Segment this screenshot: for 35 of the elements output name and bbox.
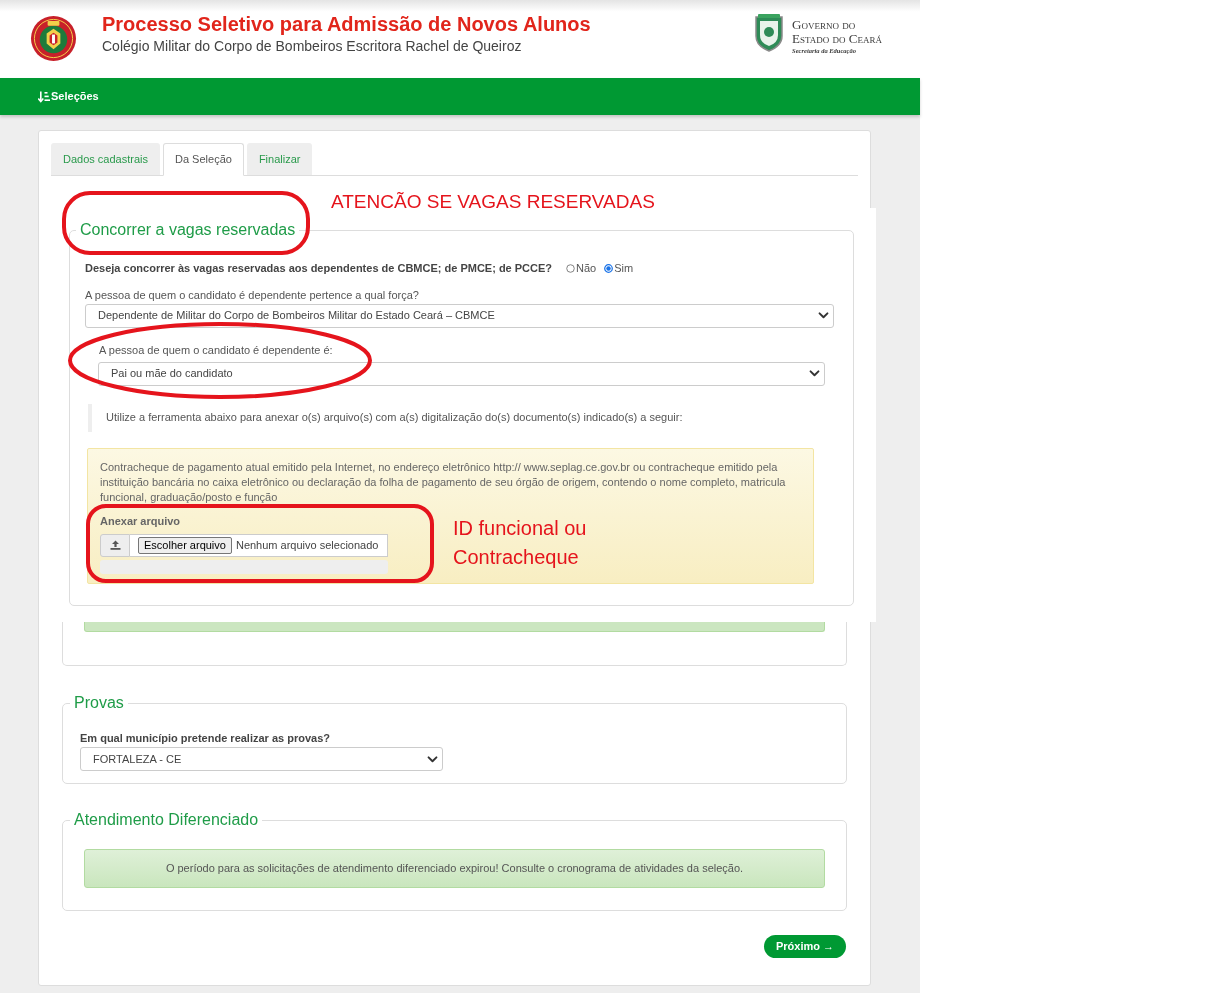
file-input[interactable]: Escolher arquivo Nenhum arquivo selecionado xyxy=(130,533,388,557)
chevron-down-icon xyxy=(809,370,820,377)
shield-icon xyxy=(754,14,785,52)
field-label: A pessoa de quem o candidato é dependente pertence a qual força? xyxy=(85,287,419,303)
chevron-down-icon xyxy=(818,312,829,319)
chevron-down-icon xyxy=(427,755,438,763)
next-button[interactable]: Próximo → xyxy=(763,935,846,958)
annotation-note: ID funcional ou Contracheque xyxy=(453,516,588,570)
info-alert: O período para as solicitações de atendimento diferenciado expirou! Consulte o cronograma de atividades da seleção. xyxy=(84,849,825,888)
field-label: Em qual município pretende realizar as provas? xyxy=(80,731,331,746)
nav-link[interactable]: Seleções xyxy=(38,88,99,105)
document-description: Contracheque de pagamento atual emitido pela Internet, no endereço eletrônico http:// www.seplag.ce.gov.br ou contracheque emitido pela instituição bancária no caixa eletrônico ou declaração da folha de pagamento de seu órgão de origem, contendo o nome completo, matricula funcional, graduação/posto e função xyxy=(100,459,787,505)
upload-icon xyxy=(100,533,130,557)
logo-text: Governo do xyxy=(792,18,856,32)
tab[interactable]: Da Seleção xyxy=(163,143,244,176)
sort-icon xyxy=(38,90,50,103)
site-subtitle: Colégio Militar do Corpo de Bombeiros Escritora Rachel de Queiroz xyxy=(102,37,522,55)
field-label: A pessoa de quem o candidato é dependente é: xyxy=(99,342,333,358)
field-label: Anexar arquivo xyxy=(100,513,181,529)
annotation-note: ATENCÃO SE VAGAS RESERVADAS xyxy=(331,190,655,214)
site-title: Processo Seletivo para Admissão de Novos Alunos xyxy=(102,12,591,37)
dropdown-select[interactable]: Dependente de Militar do Corpo de Bombeiros Militar do Estado Ceará – CBMCE xyxy=(85,303,834,328)
instruction-text: Utilize a ferramenta abaixo para anexar o(s) arquivo(s) com a(s) digitalização do(s) documento(s) indicado(s) a seguir: xyxy=(106,410,683,426)
radio-option[interactable]: Não xyxy=(566,260,597,277)
round-emblem-icon xyxy=(30,15,77,62)
section-legend: Atendimento Diferenciado xyxy=(70,810,263,830)
radio-option[interactable]: Sim xyxy=(604,260,634,277)
question-text: Deseja concorrer às vagas reservadas aos dependentes de CBMCE; de PMCE; de PCCE? xyxy=(85,260,553,276)
logo-text: Estado do Ceará xyxy=(792,32,882,46)
file-status-text: Nenhum arquivo selecionado xyxy=(235,537,379,553)
dropdown-select[interactable]: FORTALEZA - CE xyxy=(80,747,443,771)
section-legend: Provas xyxy=(70,693,128,713)
choose-file-button[interactable]: Escolher arquivo xyxy=(138,536,232,554)
dropdown-select[interactable]: Pai ou mãe do candidato xyxy=(98,361,825,386)
section-legend: Concorrer a vagas reservadas xyxy=(76,220,300,240)
